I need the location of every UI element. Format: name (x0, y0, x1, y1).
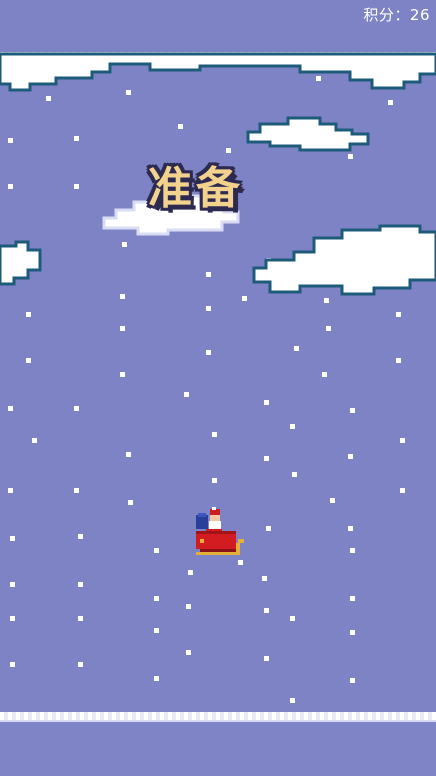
snowflake (326, 326, 331, 331)
snowflake (120, 372, 125, 377)
cloud-obstacle-left (0, 240, 42, 286)
snowflake (206, 350, 211, 355)
snowflake (154, 628, 159, 633)
snowflake (122, 242, 127, 247)
snowflake (186, 604, 191, 609)
snowflake (74, 488, 79, 493)
snowflake (8, 138, 13, 143)
game-canvas[interactable]: 准备 积分：26 (0, 0, 436, 776)
snowflake (350, 678, 355, 683)
snowflake (78, 582, 83, 587)
snowflake (238, 560, 243, 565)
snowflake (120, 294, 125, 299)
snowflake (32, 438, 37, 443)
snowflake (322, 372, 327, 377)
snowflake (74, 136, 79, 141)
snowflake (126, 452, 131, 457)
snowflake (128, 500, 133, 505)
snowflake (154, 548, 159, 553)
snowflake (264, 400, 269, 405)
snowflake (178, 124, 183, 129)
snowflake (26, 312, 31, 317)
snowflake (396, 312, 401, 317)
snowflake (10, 616, 15, 621)
snowflake (8, 406, 13, 411)
score-label: 积分： (363, 6, 410, 24)
snowflake (400, 488, 405, 493)
snowflake (400, 438, 405, 443)
snowflake (186, 650, 191, 655)
snowflake (348, 454, 353, 459)
snowflake (154, 676, 159, 681)
snowflake (78, 662, 83, 667)
snowflake (184, 392, 189, 397)
snowflake (242, 296, 247, 301)
snowflake (188, 570, 193, 575)
ground (0, 722, 436, 776)
snowflake (10, 662, 15, 667)
bottom-snow-border (0, 712, 436, 722)
snowflake (294, 346, 299, 351)
snowflake (264, 456, 269, 461)
score-value: 26 (409, 6, 430, 24)
snowflake (10, 582, 15, 587)
snowflake (290, 616, 295, 621)
snowflake (212, 478, 217, 483)
snowflake (8, 184, 13, 189)
snowflake (26, 358, 31, 363)
snowflake (78, 534, 83, 539)
cloud-obstacle-small (246, 116, 370, 152)
snowflake (120, 326, 125, 331)
snowflake (290, 698, 295, 703)
snowflake (330, 498, 335, 503)
snowflake (350, 548, 355, 553)
cloud-obstacle-right (252, 224, 436, 296)
snowflake (74, 184, 79, 189)
snowflake (74, 406, 79, 411)
snowflake (206, 306, 211, 311)
snowflake (78, 616, 83, 621)
santa-sleigh-player (196, 507, 244, 555)
cloud-obstacle-top (0, 52, 436, 92)
snowflake (290, 424, 295, 429)
snowflake (264, 656, 269, 661)
snowflake (10, 536, 15, 541)
snowflake (350, 630, 355, 635)
snowflake (396, 358, 401, 363)
ready-banner: 准备 (148, 163, 244, 214)
snowflake (350, 596, 355, 601)
snowflake (348, 526, 353, 531)
snowflake (154, 596, 159, 601)
snowflake (266, 526, 271, 531)
snowflake (292, 472, 297, 477)
snowflake (388, 100, 393, 105)
snowflake (262, 576, 267, 581)
snowflake (264, 608, 269, 613)
snowflake (8, 488, 13, 493)
snowflake (212, 432, 217, 437)
snowflake (206, 272, 211, 277)
snowflake (350, 408, 355, 413)
score-display: 积分：26 (363, 4, 430, 25)
